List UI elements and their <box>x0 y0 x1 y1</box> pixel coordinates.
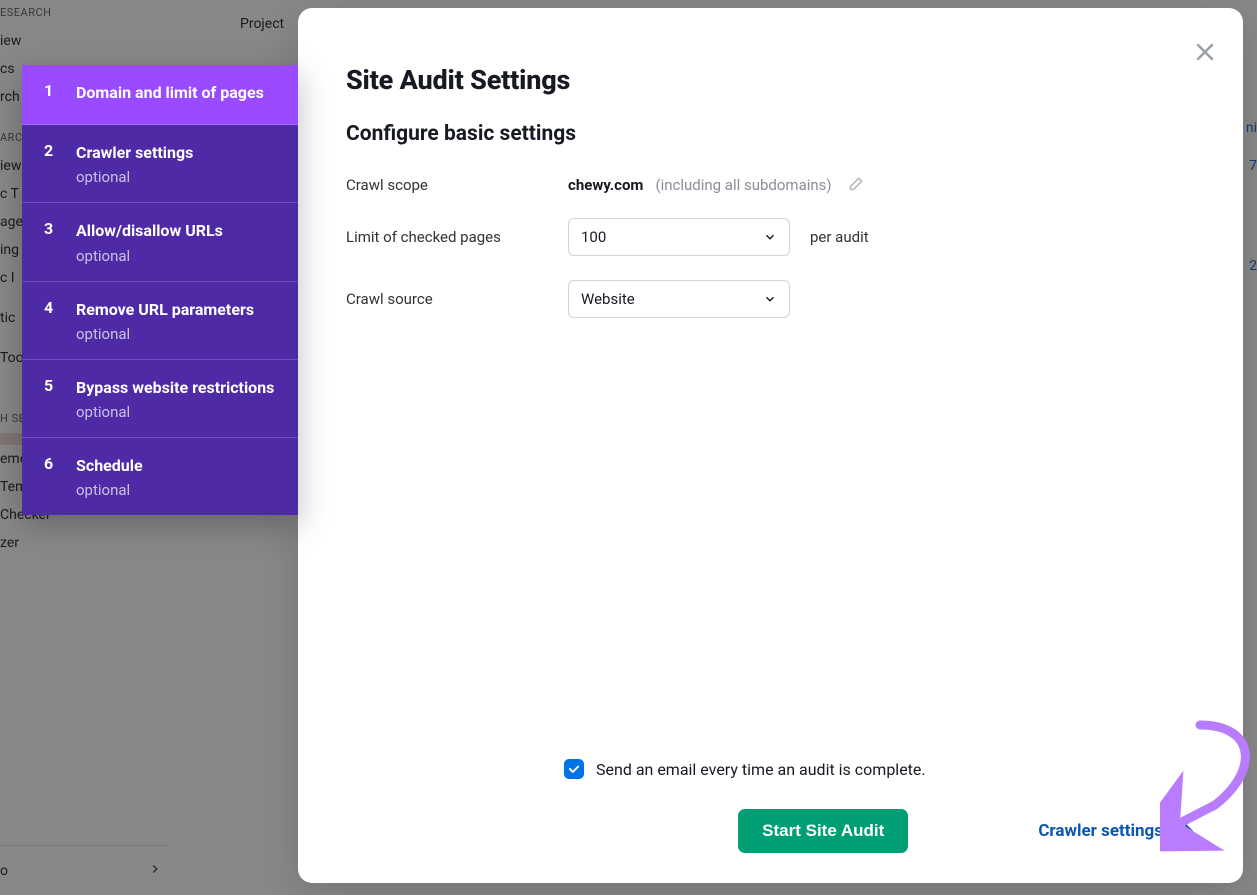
crawl-source-row: Crawl source Website <box>346 280 1195 318</box>
crawl-source-select[interactable]: Website <box>568 280 790 318</box>
crawl-source-label: Crawl source <box>346 290 568 308</box>
pencil-icon[interactable] <box>846 176 864 194</box>
limit-label: Limit of checked pages <box>346 228 568 246</box>
start-site-audit-button[interactable]: Start Site Audit <box>738 809 908 853</box>
step-number: 6 <box>44 454 56 499</box>
crawl-scope-domain: chewy.com <box>568 176 643 194</box>
step-number: 1 <box>44 81 56 108</box>
wizard-step-3[interactable]: 3 Allow/disallow URLs optional <box>22 203 298 281</box>
step-optional: optional <box>76 481 278 499</box>
step-number: 3 <box>44 219 56 264</box>
step-optional: optional <box>76 325 278 343</box>
limit-row: Limit of checked pages 100 per audit <box>346 218 1195 256</box>
next-link-label: Crawler settings <box>1038 821 1163 841</box>
step-number: 2 <box>44 141 56 186</box>
step-number: 4 <box>44 298 56 343</box>
wizard-step-2[interactable]: 2 Crawler settings optional <box>22 125 298 203</box>
site-audit-settings-modal: Site Audit Settings Configure basic sett… <box>298 8 1243 883</box>
step-optional: optional <box>76 403 278 421</box>
step-title: Crawler settings <box>76 141 278 164</box>
step-optional: optional <box>76 247 278 265</box>
step-number: 5 <box>44 376 56 421</box>
email-checkbox[interactable] <box>564 759 584 779</box>
chevron-down-icon <box>763 230 777 244</box>
wizard-step-1[interactable]: 1 Domain and limit of pages <box>22 65 298 125</box>
modal-subtitle: Configure basic settings <box>346 122 1195 146</box>
close-button[interactable] <box>1193 40 1217 64</box>
step-title: Schedule <box>76 454 278 477</box>
chevron-down-icon <box>763 292 777 306</box>
limit-suffix: per audit <box>810 228 869 246</box>
crawl-scope-label: Crawl scope <box>346 176 568 194</box>
limit-select[interactable]: 100 <box>568 218 790 256</box>
wizard-step-5[interactable]: 5 Bypass website restrictions optional <box>22 360 298 438</box>
wizard-step-4[interactable]: 4 Remove URL parameters optional <box>22 282 298 360</box>
crawl-scope-row: Crawl scope chewy.com (including all sub… <box>346 176 1195 194</box>
arrow-right-icon <box>1175 821 1195 841</box>
limit-select-value: 100 <box>581 228 606 246</box>
wizard-step-6[interactable]: 6 Schedule optional <box>22 438 298 515</box>
step-title: Bypass website restrictions <box>76 376 278 399</box>
wizard-steps-sidebar: 1 Domain and limit of pages 2 Crawler se… <box>22 65 298 515</box>
email-notification-row: Send an email every time an audit is com… <box>564 759 1195 779</box>
modal-title: Site Audit Settings <box>346 64 1195 96</box>
email-checkbox-label: Send an email every time an audit is com… <box>596 760 926 779</box>
step-title: Domain and limit of pages <box>76 81 278 104</box>
crawl-scope-note: (including all subdomains) <box>655 176 831 194</box>
step-optional: optional <box>76 168 278 186</box>
crawler-settings-link[interactable]: Crawler settings <box>1038 821 1195 841</box>
step-title: Allow/disallow URLs <box>76 219 278 242</box>
crawl-source-value: Website <box>581 290 635 308</box>
step-title: Remove URL parameters <box>76 298 278 321</box>
